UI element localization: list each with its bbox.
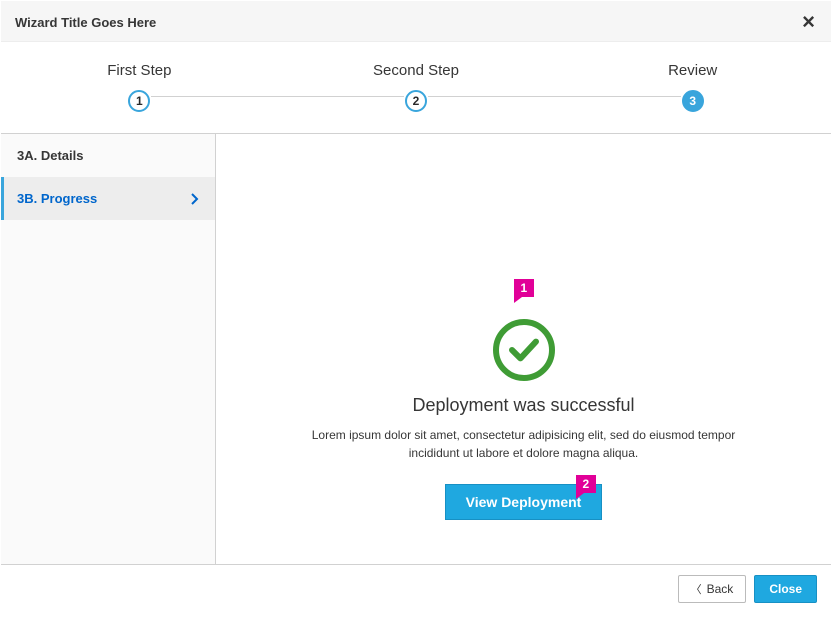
wizard-title: Wizard Title Goes Here — [15, 15, 156, 30]
step-label: Review — [554, 62, 831, 79]
result-description: Lorem ipsum dolor sit amet, consectetur … — [309, 426, 739, 462]
back-button[interactable]: 〈 Back — [678, 575, 747, 603]
step-circle: 2 — [405, 90, 427, 112]
chevron-left-icon: 〈 — [691, 581, 702, 597]
chevron-right-icon — [191, 193, 199, 205]
annotation-badge: 2 — [576, 475, 597, 493]
sidebar-item-progress[interactable]: 3B. Progress — [1, 177, 215, 220]
close-button[interactable]: Close — [754, 575, 817, 603]
content-pane: 1 2 Deployment was successful Lorem ipsu… — [216, 134, 831, 564]
annotation-badge: 1 — [514, 279, 535, 297]
sidebar-item-label: 3B. Progress — [17, 191, 97, 206]
step-first[interactable]: First Step 1 — [1, 62, 278, 113]
step-circle: 3 — [682, 90, 704, 112]
back-button-label: Back — [707, 582, 734, 596]
sidebar: 3A. Details 3B. Progress — [1, 134, 216, 564]
sidebar-item-label: 3A. Details — [17, 148, 83, 163]
step-label: Second Step — [278, 62, 555, 79]
step-label: First Step — [1, 62, 278, 79]
wizard-body: 3A. Details 3B. Progress 1 2 Deployment … — [1, 134, 831, 564]
close-icon[interactable]: × — [800, 11, 817, 33]
step-review[interactable]: Review 3 — [554, 62, 831, 113]
step-indicator: First Step 1 Second Step 2 Review 3 — [1, 42, 831, 134]
wizard-dialog: Wizard Title Goes Here × First Step 1 Se… — [0, 0, 832, 614]
success-check-icon — [493, 319, 555, 381]
step-circle: 1 — [128, 90, 150, 112]
step-second[interactable]: Second Step 2 — [278, 62, 555, 113]
sidebar-item-details[interactable]: 3A. Details — [1, 134, 215, 177]
result-title: Deployment was successful — [412, 395, 634, 416]
wizard-header: Wizard Title Goes Here × — [1, 1, 831, 42]
wizard-footer: 〈 Back Close — [1, 564, 831, 613]
